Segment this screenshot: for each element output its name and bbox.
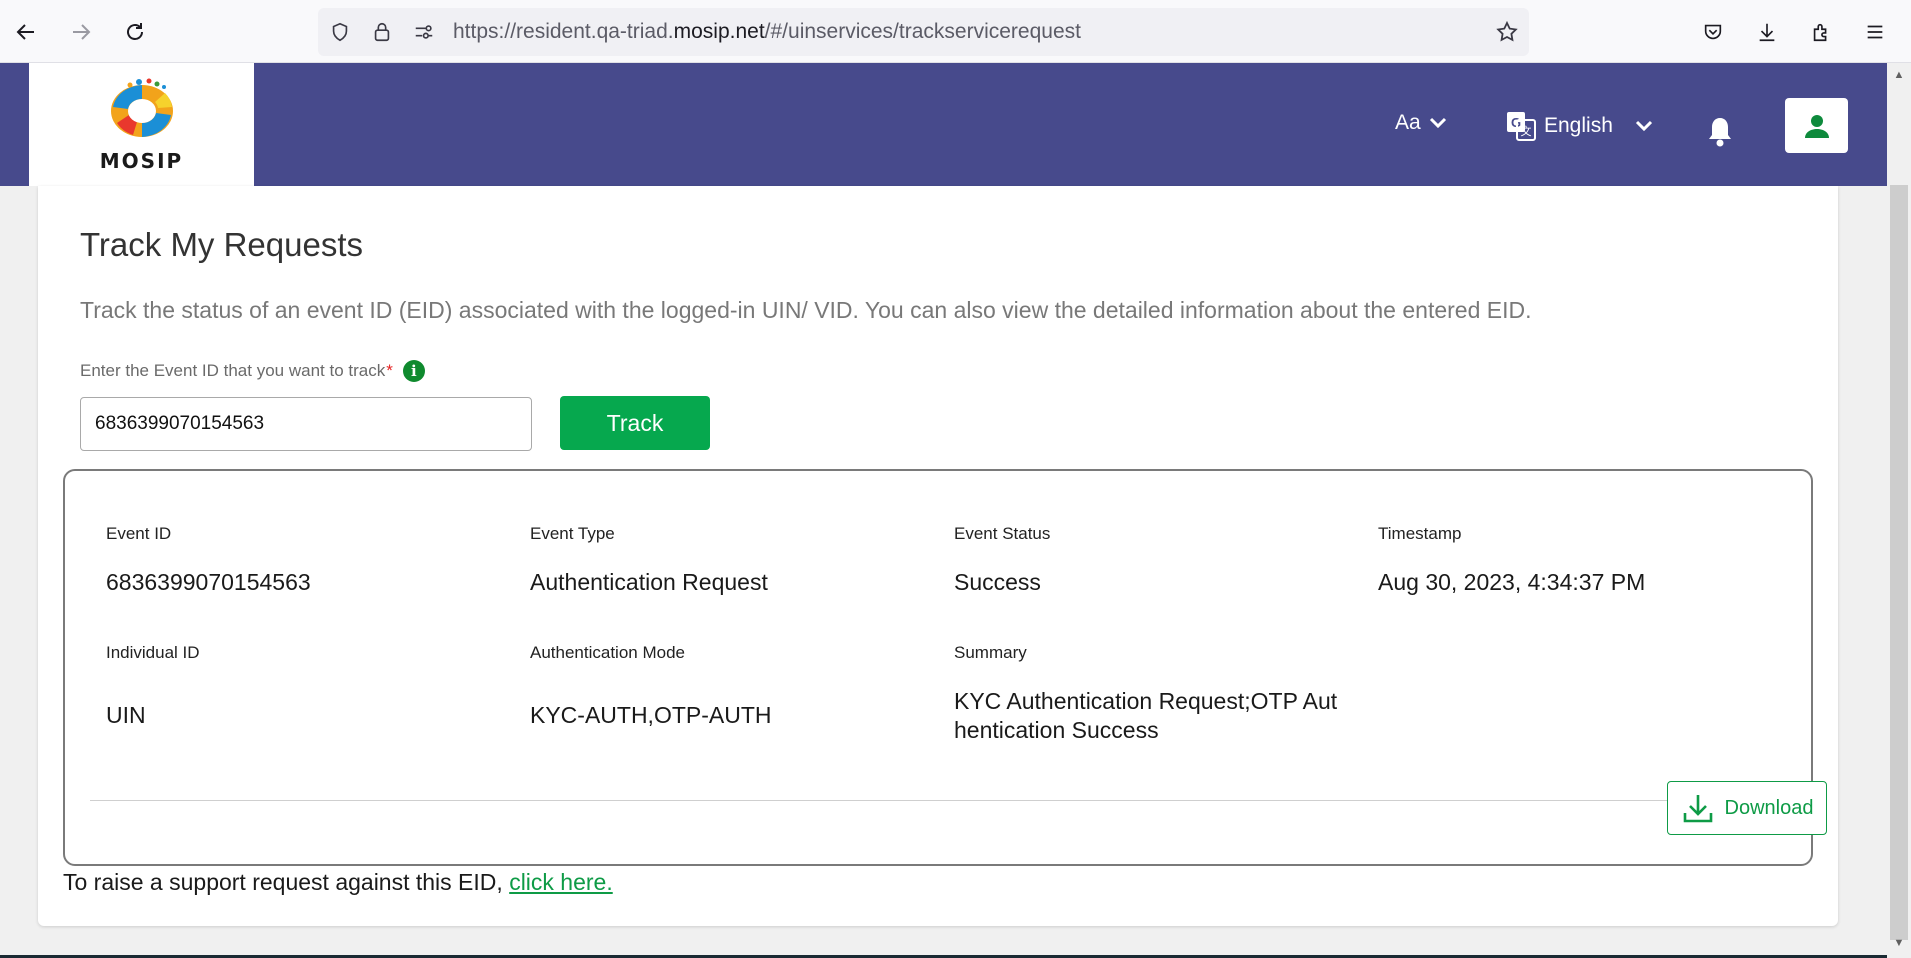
notification-bell-icon[interactable]	[1706, 115, 1734, 147]
language-dropdown[interactable]: G 文 English	[1506, 111, 1653, 141]
permissions-icon[interactable]	[412, 20, 436, 44]
scroll-thumb[interactable]	[1890, 185, 1908, 940]
mosip-logo-icon	[110, 78, 173, 137]
event-id-label: Enter the Event ID that you want to trac…	[80, 360, 425, 382]
event-status-header: Event Status	[954, 524, 1051, 543]
summary-line-2: hentication Success	[954, 717, 1159, 743]
url-text[interactable]: https://resident.qa-triad.mosip.net/#/ui…	[453, 20, 1081, 44]
event-id-input[interactable]	[80, 397, 532, 451]
support-request-line: To raise a support request against this …	[63, 869, 613, 896]
event-type-header: Event Type	[530, 524, 615, 543]
download-icon	[1683, 795, 1712, 823]
event-status-value: Success	[954, 569, 1041, 595]
track-button[interactable]: Track	[560, 396, 710, 450]
event-type-value: Authentication Request	[530, 569, 768, 595]
lock-icon[interactable]	[370, 20, 394, 44]
info-icon[interactable]: i	[402, 360, 425, 382]
individual-id-value: UIN	[106, 702, 146, 728]
svg-text:文: 文	[1521, 124, 1532, 138]
reload-icon[interactable]	[117, 14, 153, 50]
language-label: English	[1544, 114, 1613, 137]
event-id-header: Event ID	[106, 524, 172, 543]
summary-line-1: KYC Authentication Request;OTP Aut	[954, 688, 1338, 714]
user-icon	[1804, 114, 1829, 138]
extensions-icon[interactable]	[1807, 18, 1835, 46]
download-icon[interactable]	[1753, 18, 1781, 46]
page-scrollbar[interactable]: ▲ ▼	[1887, 63, 1911, 958]
auth-mode-header: Authentication Mode	[530, 643, 685, 662]
browser-toolbar: https://resident.qa-triad.mosip.net/#/ui…	[0, 0, 1911, 63]
address-bar[interactable]: https://resident.qa-triad.mosip.net/#/ui…	[318, 8, 1529, 56]
download-button[interactable]: Download	[1667, 781, 1827, 835]
pocket-icon[interactable]	[1699, 18, 1727, 46]
event-id-label-text: Enter the Event ID that you want to trac…	[80, 361, 386, 380]
download-label: Download	[1724, 796, 1814, 819]
mosip-logo[interactable]: MOSIP	[29, 63, 254, 186]
chevron-down-icon	[1429, 117, 1446, 129]
chevron-down-icon	[1635, 120, 1652, 132]
event-details-panel: Event ID Event Type Event Status Timesta…	[63, 469, 1827, 866]
translate-icon: G 文	[1507, 112, 1536, 141]
summary-value: KYC Authentication Request;OTP Aut henti…	[954, 687, 1337, 745]
scroll-down-arrow-icon[interactable]: ▼	[1893, 937, 1905, 949]
support-text: To raise a support request against this …	[63, 869, 510, 895]
summary-header: Summary	[954, 643, 1027, 662]
app-header: MOSIP Aa G 文 English	[0, 63, 1887, 186]
menu-icon[interactable]	[1861, 18, 1889, 46]
row-divider	[90, 800, 1790, 801]
font-size-label: Aa	[1395, 111, 1421, 134]
logo-text: MOSIP	[99, 148, 184, 173]
bookmark-star-icon[interactable]	[1495, 20, 1519, 44]
track-requests-card: Track My Requests Track the status of an…	[38, 186, 1838, 926]
event-id-value: 6836399070154563	[106, 569, 311, 595]
font-size-dropdown[interactable]: Aa	[1395, 111, 1447, 135]
support-link[interactable]: click here.	[509, 869, 613, 895]
scroll-up-arrow-icon[interactable]: ▲	[1893, 69, 1905, 81]
forward-icon[interactable]	[63, 14, 99, 50]
auth-mode-value: KYC-AUTH,OTP-AUTH	[530, 702, 772, 728]
page-title: Track My Requests	[80, 226, 364, 263]
page-description: Track the status of an event ID (EID) as…	[80, 297, 1532, 323]
timestamp-value: Aug 30, 2023, 4:34:37 PM	[1378, 569, 1646, 595]
profile-button[interactable]	[1785, 98, 1848, 153]
back-icon[interactable]	[8, 14, 44, 50]
individual-id-header: Individual ID	[106, 643, 200, 662]
required-mark: *	[386, 361, 393, 380]
timestamp-header: Timestamp	[1378, 524, 1462, 543]
shield-icon[interactable]	[328, 20, 352, 44]
